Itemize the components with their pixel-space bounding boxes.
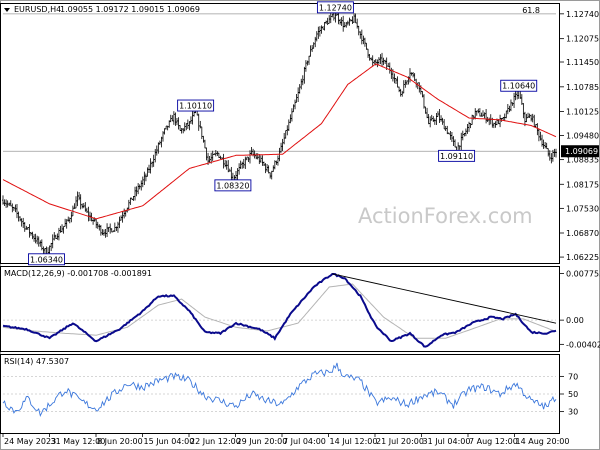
price-tick-label: 1.07530: [566, 204, 599, 213]
time-tick-label: 7 Aug 12:00: [469, 437, 518, 446]
forex-chart: ActionForex.com EURUSD,H4 1.09055 1.0917…: [0, 0, 600, 450]
time-tick-label: 14 Aug 20:00: [516, 437, 570, 446]
time-tick-label: 29 Jun 20:00: [237, 437, 288, 446]
ohlc-values: 1.09055 1.09172 1.09015 1.09069: [60, 5, 200, 14]
price-tick-label: 1.08175: [566, 180, 599, 189]
rsi-title: RSI(14) 47.5307: [4, 357, 69, 366]
price-tick-label: 1.10785: [566, 83, 599, 92]
level-label: 1.09110: [440, 152, 473, 161]
rsi-tick-label: 30: [568, 408, 578, 417]
price-tick-label: 1.09480: [566, 132, 599, 141]
price-tick-label: 1.12740: [566, 10, 599, 19]
time-tick-label: 14 Jul 12:00: [330, 437, 378, 446]
time-tick-label: 7 Jul 04:00: [283, 437, 326, 446]
symbol-label: EURUSD,H4: [14, 5, 61, 14]
rsi-tick-label: 70: [568, 372, 578, 381]
level-label: 1.10640: [502, 82, 535, 91]
price-tick-label: 1.10125: [566, 107, 599, 116]
time-tick-label: 31 Jul 04:00: [423, 437, 471, 446]
level-label: 1.06340: [30, 255, 63, 264]
macd-tick-label: -0.004027: [566, 340, 600, 349]
level-label: 1.10110: [179, 102, 212, 111]
time-tick-label: 24 May 2023: [4, 437, 56, 446]
time-tick-label: 15 Jun 04:00: [144, 437, 195, 446]
current-price-label: 1.09069: [565, 147, 598, 156]
macd-title: MACD(12,26,9) -0.001708 -0.001891: [4, 269, 152, 278]
price-tick-label: 1.11450: [566, 58, 599, 67]
rsi-tick-label: 50: [568, 390, 578, 399]
time-tick-label: 21 Jul 20:00: [376, 437, 424, 446]
level-label: 1.12740: [319, 3, 352, 12]
time-tick-label: 22 Jun 12:00: [190, 437, 241, 446]
watermark: ActionForex.com: [358, 204, 533, 228]
macd-tick-label: 0.00: [566, 316, 584, 325]
price-tick-label: 1.06225: [566, 253, 599, 262]
price-tick-label: 1.06870: [566, 229, 599, 238]
macd-tick-label: 0.007753: [566, 269, 600, 278]
level-label: 1.08320: [216, 181, 249, 190]
price-tick-label: 1.12075: [566, 35, 599, 44]
time-tick-label: 8 Jun 20:00: [97, 437, 143, 446]
